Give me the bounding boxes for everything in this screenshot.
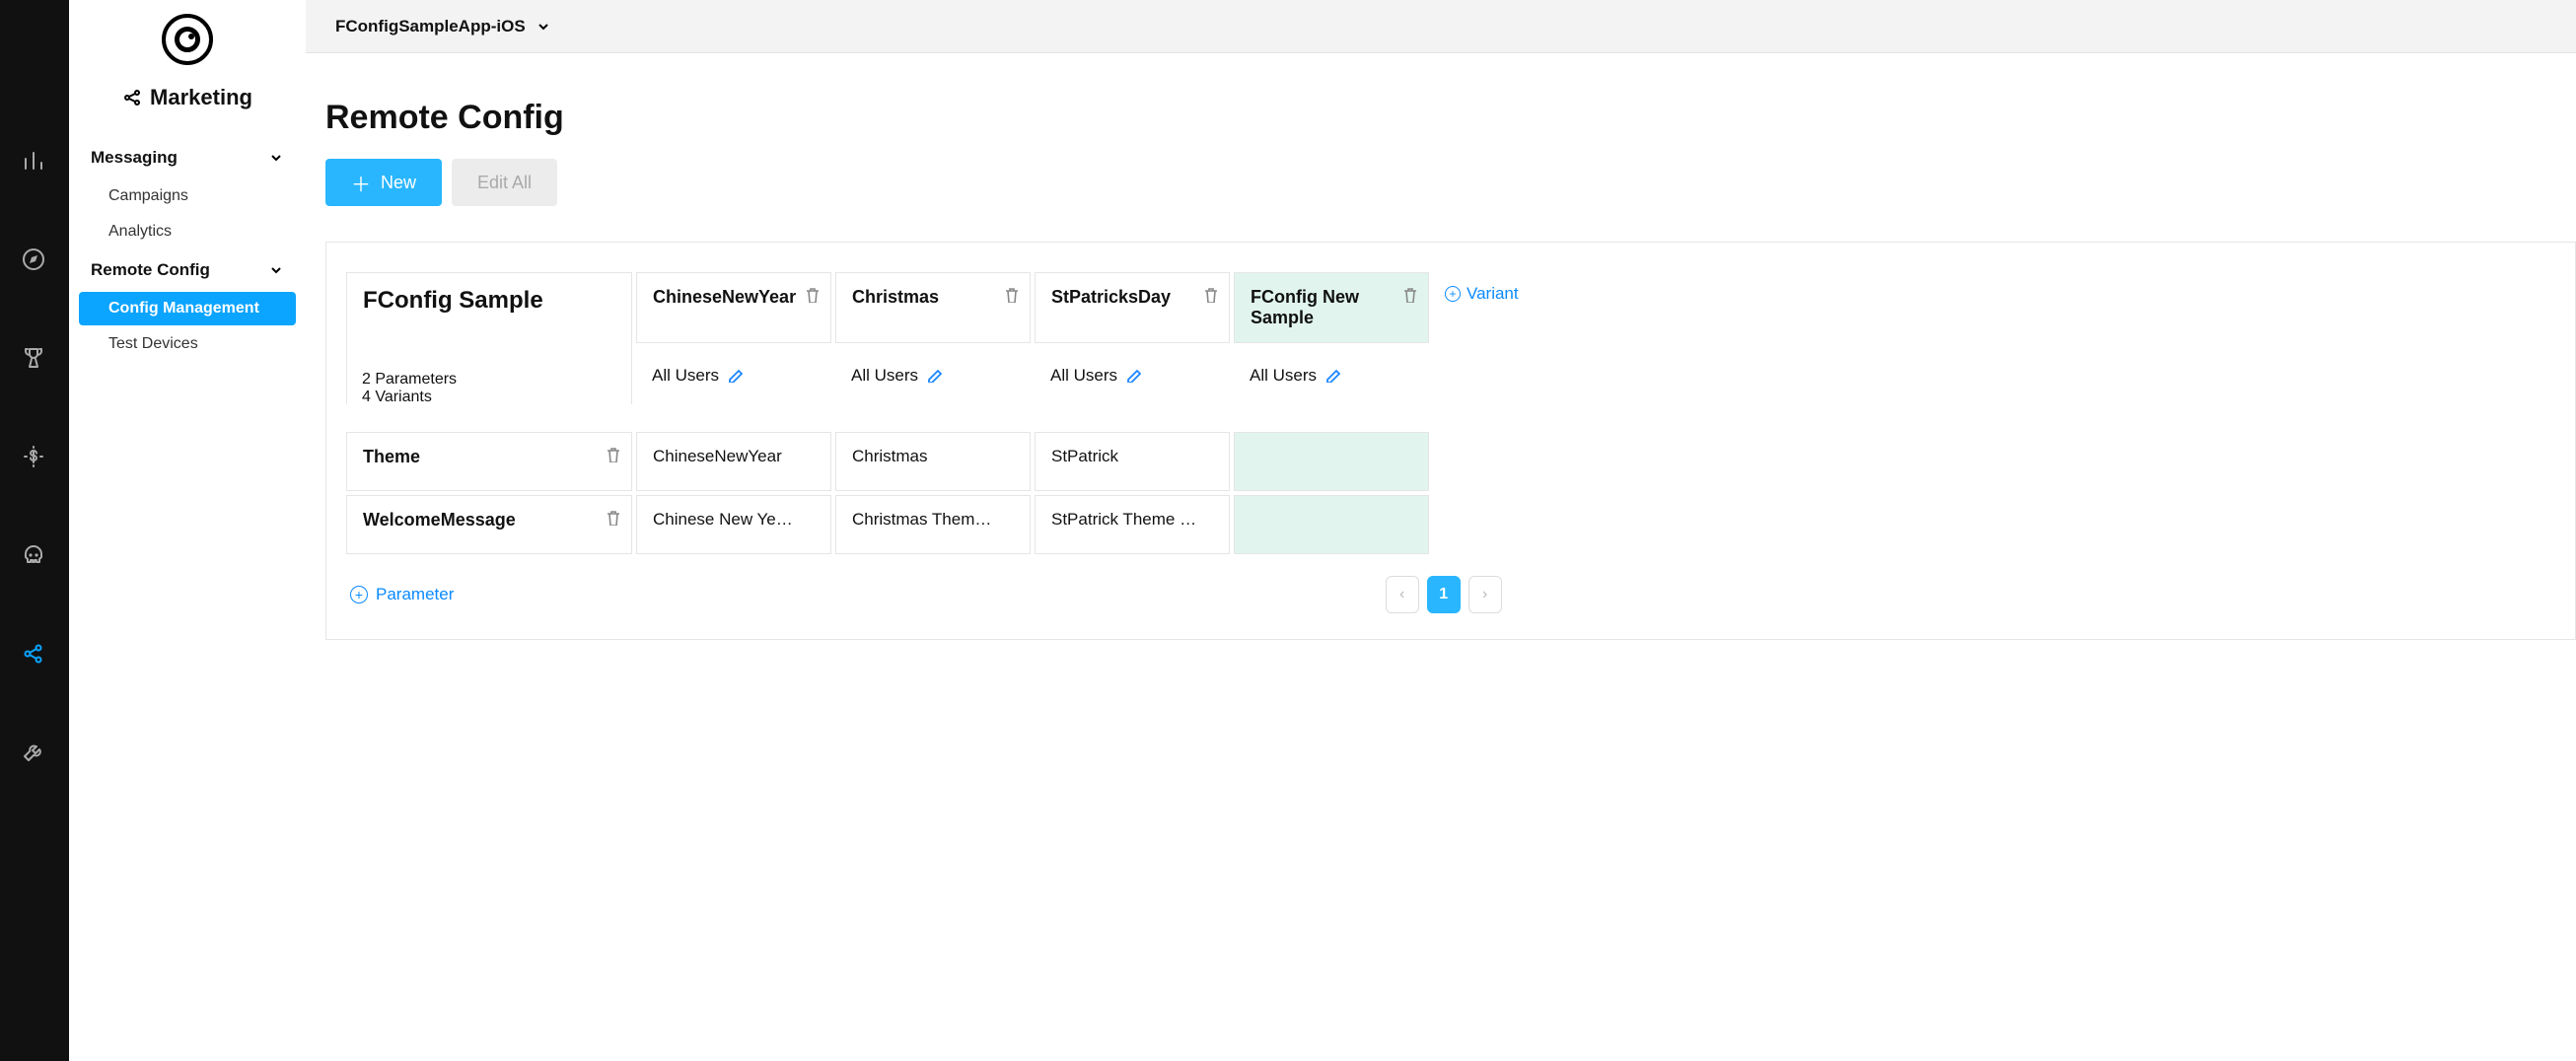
- action-row: ＋ New Edit All: [306, 159, 2576, 206]
- content: Remote Config ＋ New Edit All FConfig Sam…: [306, 53, 2576, 679]
- new-button[interactable]: ＋ New: [325, 159, 442, 206]
- circle-plus-icon: +: [1445, 286, 1461, 302]
- param-value-cell[interactable]: Christmas Theme Fetc…: [836, 496, 1014, 553]
- rail-crash[interactable]: [0, 532, 69, 580]
- brand-logo-icon: [162, 14, 213, 65]
- brand-title: Marketing: [122, 85, 252, 110]
- add-variant-label: Variant: [1467, 284, 1519, 304]
- audience-label: All Users: [652, 366, 719, 386]
- main: FConfigSampleApp-iOS Remote Config ＋ New…: [306, 0, 2576, 1061]
- sidebar-item-analytics[interactable]: Analytics: [79, 215, 296, 248]
- rail-settings[interactable]: [0, 730, 69, 777]
- pager: ‹ 1 ›: [1386, 576, 1502, 613]
- add-parameter-link[interactable]: + Parameter: [350, 585, 454, 604]
- edit-audience-button[interactable]: [727, 365, 745, 388]
- delete-variant-button[interactable]: [803, 285, 821, 308]
- variant-header[interactable]: StPatricksDay: [1051, 287, 1171, 307]
- share-nodes-icon: [22, 642, 47, 668]
- param-value-cell[interactable]: [1235, 433, 1412, 490]
- delete-variant-button[interactable]: [1002, 285, 1020, 308]
- audience-label: All Users: [1250, 366, 1317, 386]
- grid-footer: + Parameter ‹ 1 ›: [342, 576, 2559, 613]
- pager-page[interactable]: 1: [1427, 576, 1461, 613]
- delete-variant-button[interactable]: [1201, 285, 1219, 308]
- audience-label: All Users: [1050, 366, 1117, 386]
- param-name[interactable]: Theme: [363, 447, 420, 466]
- circle-plus-icon: +: [350, 586, 368, 603]
- share-nodes-icon: [122, 88, 142, 107]
- rail-analytics[interactable]: [0, 138, 69, 185]
- config-summary-params: 2 Parameters: [362, 371, 616, 389]
- config-panel: FConfig Sample ChineseNewYear Christmas …: [325, 242, 2576, 640]
- delete-param-button[interactable]: [604, 445, 621, 467]
- chevron-down-icon: [268, 150, 284, 166]
- new-button-label: New: [381, 173, 416, 193]
- app-selector[interactable]: FConfigSampleApp-iOS: [335, 17, 526, 36]
- rail-explore[interactable]: [0, 237, 69, 284]
- edit-audience-button[interactable]: [926, 365, 944, 388]
- param-value-cell[interactable]: StPatrick Theme Fetc…: [1036, 496, 1213, 553]
- sidebar: Marketing Messaging Campaigns Analytics …: [69, 0, 306, 1061]
- icon-rail: [0, 0, 69, 1061]
- pager-prev[interactable]: ‹: [1386, 576, 1419, 613]
- navsection-label: Messaging: [91, 148, 178, 168]
- bar-chart-icon: [22, 149, 47, 175]
- rail-achieve[interactable]: [0, 335, 69, 383]
- param-value-cell[interactable]: StPatrick: [1036, 433, 1213, 490]
- add-variant-link[interactable]: + Variant: [1433, 268, 1525, 304]
- edit-all-button[interactable]: Edit All: [452, 159, 557, 206]
- sidebar-item-config-management[interactable]: Config Management: [79, 292, 296, 325]
- navsection-label: Remote Config: [91, 260, 210, 280]
- topbar: FConfigSampleApp-iOS: [306, 0, 2576, 53]
- dollar-sparkle-icon: [22, 445, 47, 470]
- sidebar-item-test-devices[interactable]: Test Devices: [79, 327, 296, 361]
- config-grid: FConfig Sample ChineseNewYear Christmas …: [342, 268, 1433, 558]
- page-title: Remote Config: [306, 99, 2576, 137]
- variant-header[interactable]: Christmas: [852, 287, 939, 307]
- wrench-icon: [22, 741, 47, 766]
- config-name: FConfig Sample: [363, 287, 615, 315]
- config-summary-variants: 4 Variants: [362, 389, 616, 406]
- param-name[interactable]: WelcomeMessage: [363, 510, 516, 530]
- edit-audience-button[interactable]: [1324, 365, 1342, 388]
- param-value-cell[interactable]: Chinese New Year The…: [637, 496, 815, 553]
- pager-next[interactable]: ›: [1468, 576, 1502, 613]
- add-parameter-label: Parameter: [376, 585, 454, 604]
- param-value-cell[interactable]: Christmas: [836, 433, 1014, 490]
- chevron-down-icon: [268, 262, 284, 278]
- brand-title-text: Marketing: [150, 85, 252, 110]
- rail-marketing[interactable]: [0, 631, 69, 678]
- delete-param-button[interactable]: [604, 508, 621, 530]
- sidebar-item-campaigns[interactable]: Campaigns: [79, 179, 296, 213]
- param-value-cell[interactable]: [1235, 496, 1412, 553]
- compass-icon: [22, 248, 47, 273]
- variant-header[interactable]: FConfig New Sample: [1251, 287, 1359, 327]
- trophy-icon: [22, 346, 47, 372]
- navsection-messaging[interactable]: Messaging: [69, 138, 306, 177]
- rail-monetize[interactable]: [0, 434, 69, 481]
- navsection-remoteconfig[interactable]: Remote Config: [69, 250, 306, 290]
- audience-label: All Users: [851, 366, 918, 386]
- variant-header[interactable]: ChineseNewYear: [653, 287, 796, 307]
- chevron-down-icon: [536, 19, 551, 35]
- plus-icon: ＋: [351, 169, 371, 197]
- brand: Marketing: [69, 14, 306, 110]
- delete-variant-button[interactable]: [1400, 285, 1418, 308]
- skull-icon: [22, 543, 47, 569]
- param-value-cell[interactable]: ChineseNewYear: [637, 433, 815, 490]
- edit-audience-button[interactable]: [1125, 365, 1143, 388]
